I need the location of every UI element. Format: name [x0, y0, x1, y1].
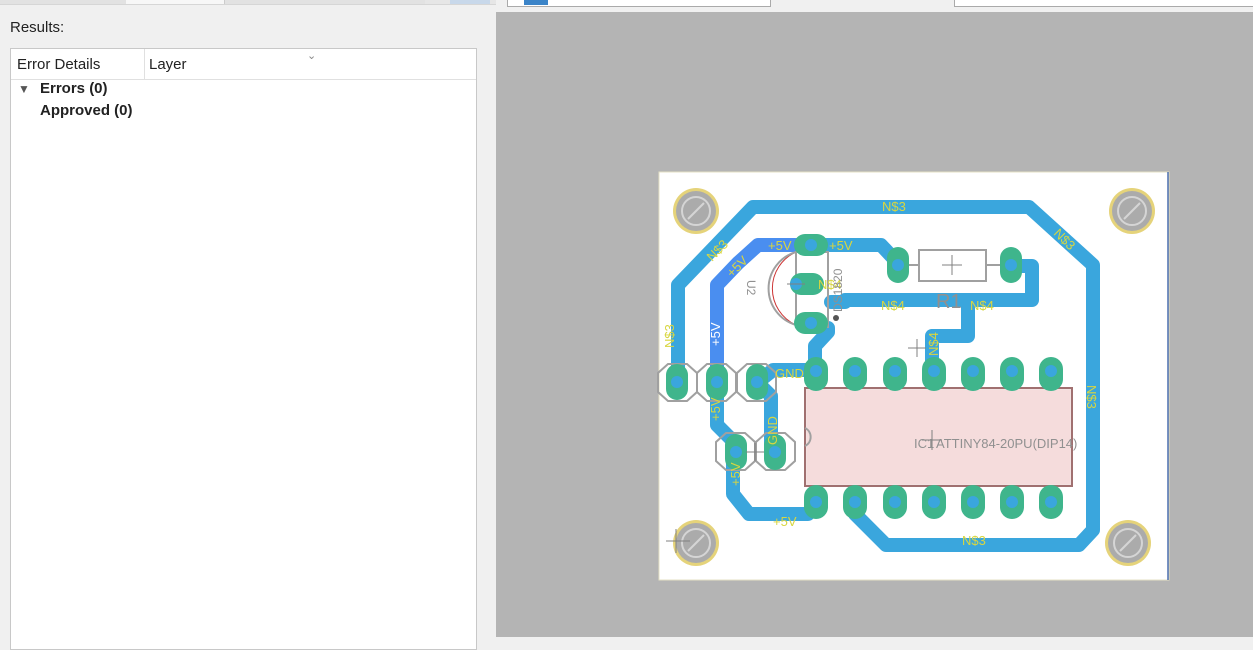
component-label-ic: ATTINY84-20PU(DIP14) — [936, 436, 1077, 451]
expand-triangle-icon[interactable]: ▼ — [18, 82, 30, 96]
mounting-hole-icon — [673, 520, 719, 566]
column-divider[interactable] — [144, 49, 145, 79]
column-header-error-details[interactable]: Error Details — [17, 56, 100, 73]
component-label-ic-prefix: IC1 — [914, 436, 934, 451]
net-label-gnd: GND — [775, 366, 804, 381]
net-label-5v-bottom: +5V — [773, 514, 797, 529]
results-tree[interactable]: Error Details Layer ⌄ ▼ Errors (0) Appro… — [10, 48, 477, 650]
board-canvas[interactable]: N$3 N$3 N$3 N$3 N$3 N$3 +5V +5V +5V +5V … — [496, 0, 1253, 637]
net-label-n3-vertical: N$3 — [662, 324, 677, 348]
net-label-5v-a: +5V — [768, 238, 792, 253]
net-label-n3-top: N$3 — [882, 199, 906, 214]
net-label-n3-edge: N$3 — [1084, 385, 1099, 409]
component-label-u2: U2 — [744, 280, 758, 296]
net-label-5v-b: +5V — [829, 238, 853, 253]
tree-item-approved[interactable]: Approved (0) — [40, 102, 133, 119]
sort-chevron-icon[interactable]: ⌄ — [307, 49, 316, 62]
pcb-view[interactable]: N$3 N$3 N$3 N$3 N$3 N$3 +5V +5V +5V +5V … — [496, 0, 1253, 637]
column-header-layer[interactable]: Layer — [149, 56, 187, 73]
panel-tab-strip — [0, 0, 496, 5]
tree-item-errors[interactable]: Errors (0) — [40, 80, 108, 97]
pin1-marker — [833, 315, 839, 321]
mounting-hole-icon — [673, 188, 719, 234]
results-panel: Results: Error Details Layer ⌄ ▼ Errors … — [0, 0, 496, 650]
net-label-gnd-vertical: GND — [765, 416, 780, 445]
net-label-n4-vertical: N$4 — [926, 332, 941, 356]
component-label-ds1820: DS1820 — [831, 268, 845, 312]
net-label-5v-lower: +5V — [728, 462, 743, 486]
results-label: Results: — [10, 19, 65, 36]
tree-header: Error Details Layer ⌄ — [11, 49, 476, 80]
mounting-hole-icon — [1109, 188, 1155, 234]
net-label-5v-header: +5V — [708, 397, 723, 421]
mounting-hole-icon — [1105, 520, 1151, 566]
component-label-r1: R1 — [936, 291, 962, 313]
net-label-n4-c: N$4 — [970, 298, 994, 313]
net-label-n4-b: N$4 — [881, 298, 905, 313]
net-label-5v-highlight: +5V — [708, 322, 723, 346]
net-label-n3-bottom: N$3 — [962, 533, 986, 548]
